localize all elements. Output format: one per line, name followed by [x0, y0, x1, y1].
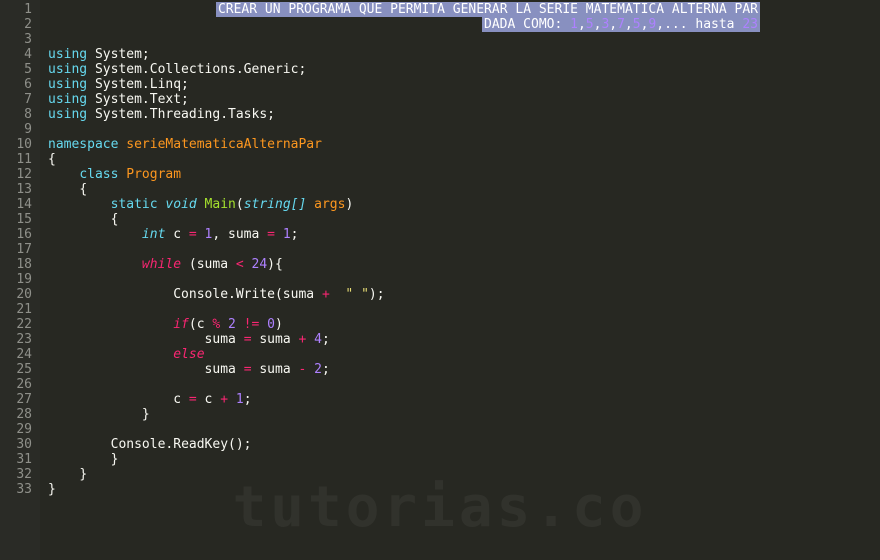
code-line: while (suma < 24){: [40, 257, 880, 272]
code-line: Console.Write(suma + " ");: [40, 287, 880, 302]
line-number: 11: [4, 152, 32, 167]
line-number-gutter: 1234567891011121314151617181920212223242…: [0, 0, 40, 560]
line-number: 27: [4, 392, 32, 407]
code-line: class Program: [40, 167, 880, 182]
comment-highlight: DADA COMO: 1,5,3,7,5,9,... hasta 23: [482, 17, 760, 32]
code-line: }: [40, 452, 880, 467]
line-number: 24: [4, 347, 32, 362]
code-line: CREAR UN PROGRAMA QUE PERMITA GENERAR LA…: [40, 2, 880, 17]
code-line: [40, 122, 880, 137]
line-number: 31: [4, 452, 32, 467]
line-number: 13: [4, 182, 32, 197]
line-number: 14: [4, 197, 32, 212]
code-line: suma = suma - 2;: [40, 362, 880, 377]
code-line: }: [40, 482, 880, 497]
code-line: namespace serieMatematicaAlternaPar: [40, 137, 880, 152]
code-line: c = c + 1;: [40, 392, 880, 407]
code-editor: 1234567891011121314151617181920212223242…: [0, 0, 880, 560]
comment-highlight: CREAR UN PROGRAMA QUE PERMITA GENERAR LA…: [216, 2, 760, 17]
line-number: 9: [4, 122, 32, 137]
line-number: 15: [4, 212, 32, 227]
line-number: 1: [4, 2, 32, 17]
line-number: 33: [4, 482, 32, 497]
line-number: 2: [4, 17, 32, 32]
code-line: using System;: [40, 47, 880, 62]
line-number: 10: [4, 137, 32, 152]
line-number: 28: [4, 407, 32, 422]
line-number: 5: [4, 62, 32, 77]
code-content[interactable]: CREAR UN PROGRAMA QUE PERMITA GENERAR LA…: [40, 0, 880, 560]
line-number: 32: [4, 467, 32, 482]
line-number: 26: [4, 377, 32, 392]
line-number: 25: [4, 362, 32, 377]
line-number: 3: [4, 32, 32, 47]
code-line: }: [40, 407, 880, 422]
line-number: 16: [4, 227, 32, 242]
code-line: {: [40, 152, 880, 167]
code-line: suma = suma + 4;: [40, 332, 880, 347]
line-number: 18: [4, 257, 32, 272]
line-number: 4: [4, 47, 32, 62]
code-line: [40, 377, 880, 392]
line-number: 22: [4, 317, 32, 332]
code-line: {: [40, 182, 880, 197]
code-line: using System.Threading.Tasks;: [40, 107, 880, 122]
code-line: }: [40, 467, 880, 482]
line-number: 29: [4, 422, 32, 437]
code-line: using System.Text;: [40, 92, 880, 107]
code-line: [40, 302, 880, 317]
code-line: using System.Collections.Generic;: [40, 62, 880, 77]
line-number: 23: [4, 332, 32, 347]
line-number: 12: [4, 167, 32, 182]
code-line: using System.Linq;: [40, 77, 880, 92]
code-line: [40, 272, 880, 287]
line-number: 17: [4, 242, 32, 257]
code-line: if(c % 2 != 0): [40, 317, 880, 332]
code-line: [40, 422, 880, 437]
code-line: int c = 1, suma = 1;: [40, 227, 880, 242]
code-line: [40, 32, 880, 47]
line-number: 20: [4, 287, 32, 302]
code-line: {: [40, 212, 880, 227]
code-line: static void Main(string[] args): [40, 197, 880, 212]
code-line: Console.ReadKey();: [40, 437, 880, 452]
line-number: 6: [4, 77, 32, 92]
code-line: [40, 242, 880, 257]
code-line: else: [40, 347, 880, 362]
line-number: 19: [4, 272, 32, 287]
line-number: 30: [4, 437, 32, 452]
line-number: 21: [4, 302, 32, 317]
line-number: 8: [4, 107, 32, 122]
line-number: 7: [4, 92, 32, 107]
code-line: DADA COMO: 1,5,3,7,5,9,... hasta 23: [40, 17, 880, 32]
